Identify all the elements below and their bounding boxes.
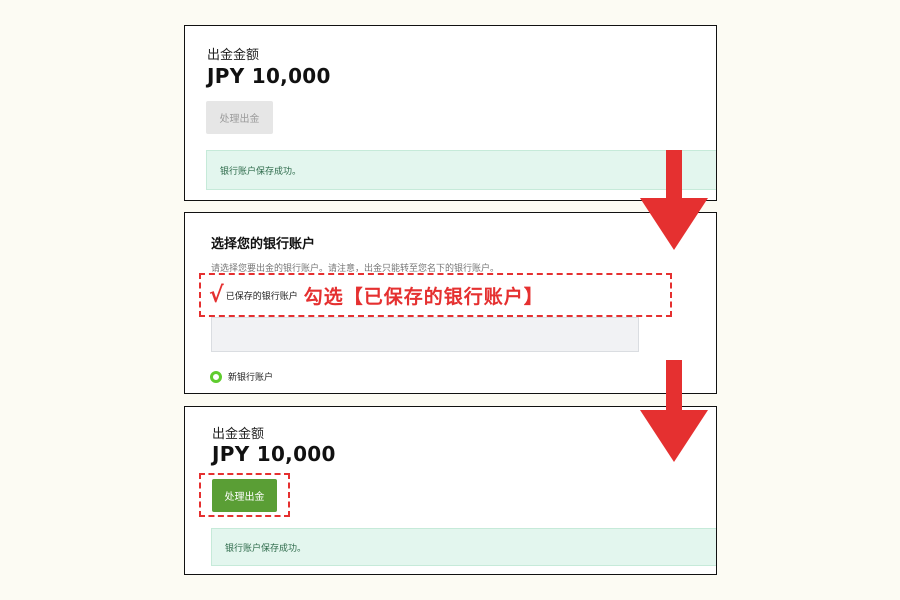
amount-value: JPY 10,000 (212, 442, 336, 466)
down-arrow-icon (640, 150, 708, 250)
annotation-instruction: 勾选【已保存的银行账户】 (303, 285, 544, 308)
saved-account-option[interactable]: 已保存的银行账户 (226, 289, 298, 302)
down-arrow-icon (640, 360, 708, 462)
amount-label: 出金金额 (207, 48, 260, 63)
new-bank-account-option[interactable]: 新银行账户 (228, 370, 273, 383)
amount-label: 出金金额 (212, 427, 265, 442)
success-message: 银行账户保存成功。 (211, 528, 716, 566)
amount-value: JPY 10,000 (207, 64, 331, 88)
process-button-highlight (199, 473, 290, 517)
saved-account-annotation: √ 已保存的银行账户 勾选【已保存的银行账户】 (199, 273, 672, 317)
process-withdrawal-button-disabled[interactable]: 处理出金 (206, 101, 273, 134)
saved-account-select[interactable] (211, 317, 639, 352)
checkmark-icon: √ (209, 282, 224, 308)
select-bank-title: 选择您的银行账户 (211, 237, 316, 252)
radio-selected-icon[interactable] (210, 371, 222, 383)
